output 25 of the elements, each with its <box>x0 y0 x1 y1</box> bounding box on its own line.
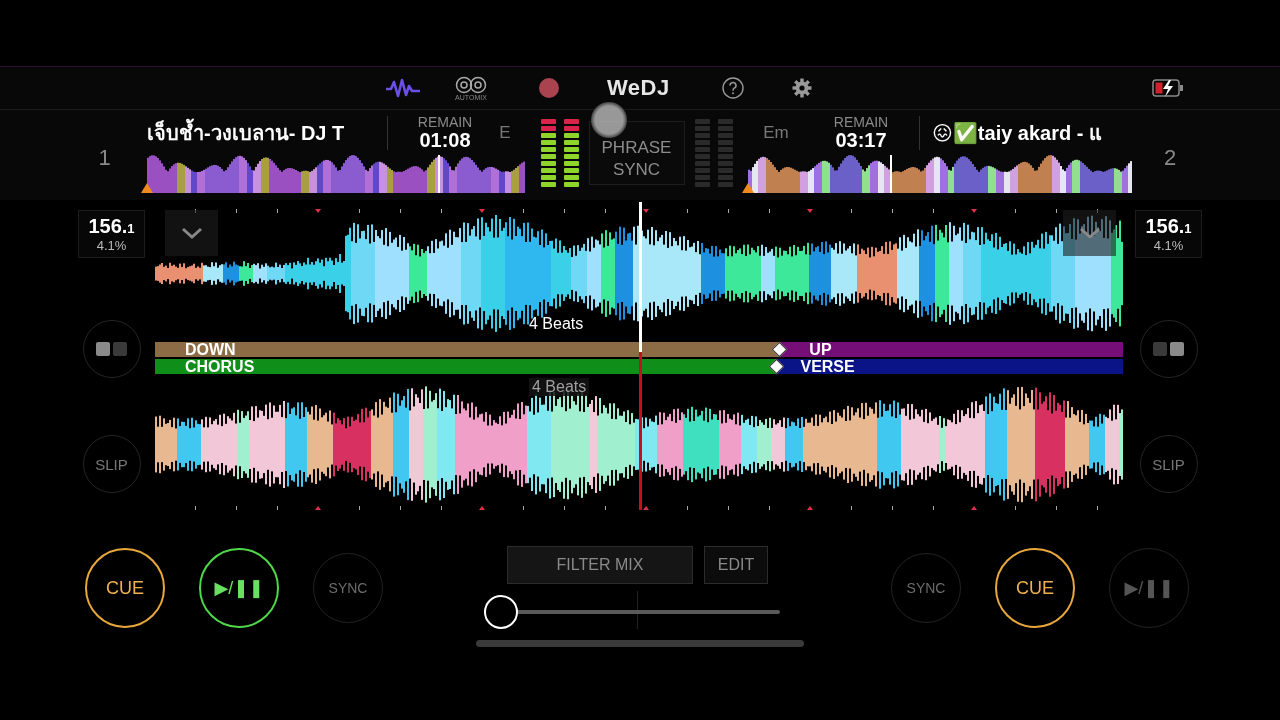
phrase-segment: VERSE <box>776 359 1123 374</box>
pitch-value: 4.1% <box>1153 238 1184 253</box>
phrase-sync-button[interactable]: PHRASE SYNC <box>588 120 685 185</box>
remain-label: REMAIN <box>833 113 889 130</box>
phrase-segment: CHORUS <box>155 359 777 374</box>
cue-button[interactable]: CUE <box>995 548 1075 628</box>
play-pause-button[interactable]: ▶/❚❚ <box>199 548 279 628</box>
edit-button[interactable]: EDIT <box>704 546 768 584</box>
remain-time: 01:08 <box>419 128 471 152</box>
phrase-segment: DOWN <box>155 342 780 357</box>
pitch-value: 4.1% <box>96 238 127 253</box>
deck-number: 2 <box>1164 145 1178 171</box>
beat-jump-label: 4 Beats <box>529 378 590 396</box>
remain-time: 03:17 <box>835 128 887 152</box>
beat-jump-label: 4 Beats <box>529 315 584 333</box>
cue-button[interactable]: CUE <box>85 548 165 628</box>
key-label: E <box>498 122 512 143</box>
phrase-segment: UP <box>779 342 1123 357</box>
app-logo: WeDJ <box>607 75 670 101</box>
remain-label: REMAIN <box>417 113 473 130</box>
filter-mix-button[interactable]: FILTER MIX <box>507 546 693 584</box>
track-title: เจ็บช้ำ-วงเบลาน- DJ T <box>147 116 387 149</box>
key-label: Em <box>762 122 790 143</box>
deck-number: 1 <box>98 145 111 171</box>
track-title: 😖✅taiy akard - แ <box>931 120 1103 146</box>
